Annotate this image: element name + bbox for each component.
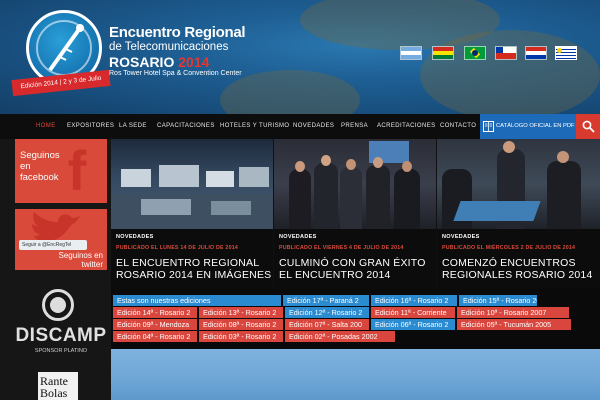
edition-link[interactable]: Edición 02ª - Posadas 2002 xyxy=(285,331,395,342)
edition-link[interactable]: Edición 16ª - Rosario 2 xyxy=(371,295,457,306)
news-date: PUBLICADO EL LUNES 14 DE JULIO DE 2014 xyxy=(116,245,239,251)
search-button[interactable] xyxy=(576,114,600,139)
main-nav: HOME EXPOSITORES LA SEDE CAPACITACIONES … xyxy=(0,114,600,139)
edition-link[interactable]: Edición 09ª - Mendoza xyxy=(113,319,197,330)
edition-link[interactable]: Edición 10ª - Rosario 2007 xyxy=(457,307,569,318)
edition-link[interactable]: Edición 04ª - Rosario 2 xyxy=(113,331,197,342)
news-category[interactable]: NOVEDADES xyxy=(116,234,154,240)
edition-link[interactable]: Edición 14ª - Rosario 2 xyxy=(113,307,197,318)
paraguay-flag-icon[interactable] xyxy=(525,46,547,60)
nav-la-sede[interactable]: LA SEDE xyxy=(119,114,147,139)
header-banner: Encuentro Regional de Telecomunicaciones… xyxy=(0,0,600,114)
news-category[interactable]: NOVEDADES xyxy=(279,234,317,240)
nav-novedades[interactable]: NOVEDADES xyxy=(293,114,334,139)
facebook-label: Seguinos en facebook xyxy=(20,150,60,183)
logo-subtitle: de Telecomunicaciones xyxy=(109,41,229,53)
nav-contacto[interactable]: CONTACTO xyxy=(440,114,476,139)
edition-link[interactable]: Edición 07ª - Salta 200 xyxy=(285,319,369,330)
uruguay-flag-icon[interactable] xyxy=(555,46,577,60)
nav-expositores[interactable]: EXPOSITORES xyxy=(67,114,114,139)
logo-year: 2014 xyxy=(178,54,210,70)
book-icon xyxy=(483,121,494,132)
logo-city: ROSARIO 2014 xyxy=(109,54,209,70)
news-image-3[interactable] xyxy=(437,139,600,229)
editions-intro: Estas son nuestras ediciones xyxy=(113,295,281,306)
edition-link[interactable]: Edición 17ª - Paraná 2 xyxy=(283,295,369,306)
edition-link[interactable]: Edición 12ª - Rosario 2 xyxy=(285,307,369,318)
logo-venue: Ros Tower Hotel Spa & Convention Center xyxy=(109,70,242,77)
nav-prensa[interactable]: PRENSA xyxy=(341,114,368,139)
logo-city-name: ROSARIO xyxy=(109,54,175,70)
bolivia-flag-icon[interactable] xyxy=(432,46,454,60)
twitter-label: Seguinos en twitter xyxy=(58,251,103,269)
edition-link[interactable]: Edición 11ª - Corriente xyxy=(371,307,455,318)
search-icon xyxy=(582,120,595,133)
news-date: PUBLICADO EL VIERNES 4 DE JULIO DE 2014 xyxy=(279,245,404,251)
catalog-pdf-button[interactable]: CATÁLOGO OFICIAL EN PDF xyxy=(480,114,576,139)
map-landmass xyxy=(420,30,600,114)
nav-home[interactable]: HOME xyxy=(36,114,56,139)
news-card-2[interactable]: NOVEDADES PUBLICADO EL VIERNES 4 DE JULI… xyxy=(274,139,436,289)
sponsor-name[interactable]: DISCAMP xyxy=(15,325,107,347)
argentina-flag-icon[interactable] xyxy=(400,46,422,60)
sponsor-label: SPONSOR PLATINO xyxy=(34,348,88,354)
twitter-follow-button[interactable]: Seguir a @EncRegTel xyxy=(19,240,87,250)
hero-image-bottom xyxy=(111,349,600,400)
news-title[interactable]: EL ENCUENTRO REGIONAL ROSARIO 2014 EN IM… xyxy=(116,257,274,281)
edition-link[interactable]: Edición 03ª - Rosario 2 xyxy=(199,331,283,342)
brazil-flag-icon[interactable] xyxy=(464,46,486,60)
edition-link[interactable]: Edición 05ª - Tucumán 2005 xyxy=(457,319,571,330)
news-title[interactable]: COMENZÓ ENCUENTROS REGIONALES ROSARIO 20… xyxy=(442,257,600,281)
edition-link[interactable]: Edición 06ª - Rosario 2 xyxy=(371,319,455,330)
tower-icon xyxy=(48,24,84,72)
nav-hoteles[interactable]: HOTELES Y TURISMO xyxy=(220,114,289,139)
news-image-2[interactable] xyxy=(274,139,436,229)
chile-flag-icon[interactable] xyxy=(495,46,517,60)
news-card-3[interactable]: NOVEDADES PUBLICADO EL MIÉRCOLES 2 DE JU… xyxy=(437,139,600,289)
news-category[interactable]: NOVEDADES xyxy=(442,234,480,240)
catalog-label: CATÁLOGO OFICIAL EN PDF xyxy=(496,123,575,129)
nav-acreditaciones[interactable]: ACREDITACIONES xyxy=(377,114,436,139)
edition-link[interactable]: Edición 08ª - Rosario 2 xyxy=(199,319,283,330)
news-date: PUBLICADO EL MIÉRCOLES 2 DE JULIO DE 201… xyxy=(442,245,576,251)
sponsor2-logo[interactable]: Rante Bolas xyxy=(38,372,78,400)
news-card-1[interactable]: NOVEDADES PUBLICADO EL LUNES 14 DE JULIO… xyxy=(111,139,273,289)
edition-link[interactable]: Edición 13ª - Rosario 2 xyxy=(199,307,283,318)
editions-panel: Estas son nuestras ediciones Edición 17ª… xyxy=(111,289,600,349)
news-title[interactable]: CULMINÓ CON GRAN ÉXITO EL ENCUENTRO 2014 xyxy=(279,257,437,281)
news-image-1[interactable] xyxy=(111,139,273,229)
nav-capacitaciones[interactable]: CAPACITACIONES xyxy=(157,114,215,139)
edition-link[interactable]: Edición 15ª - Rosario 2011 xyxy=(459,295,537,306)
facebook-icon: f xyxy=(67,139,87,202)
logo-title: Encuentro Regional xyxy=(109,24,246,41)
discamp-logo-inner xyxy=(50,297,66,313)
